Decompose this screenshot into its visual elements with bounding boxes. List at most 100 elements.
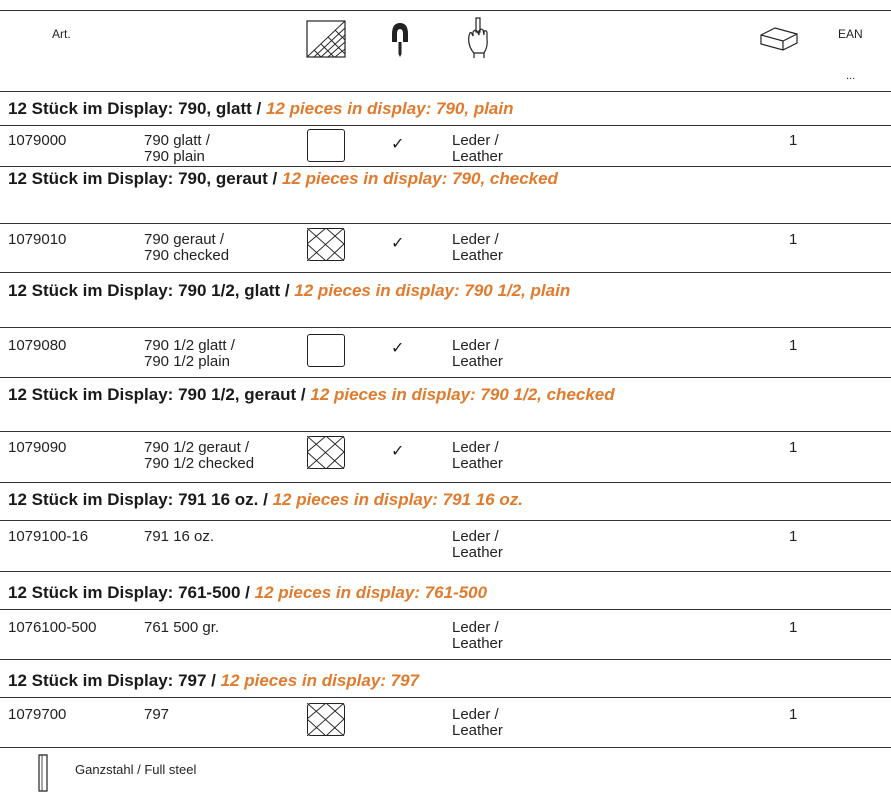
row-rule <box>0 482 891 483</box>
section-heading-en: 12 pieces in display: 761-500 <box>254 583 488 602</box>
magnet-check: ✓ <box>391 443 405 460</box>
material-de: Leder / <box>452 528 499 545</box>
row-rule <box>0 659 891 660</box>
section-rule <box>0 431 891 432</box>
pack-quantity: 1 <box>789 231 798 248</box>
handle-material: Leder / Leather <box>452 529 503 561</box>
section-heading: 12 Stück im Display: 797 / 12 pieces in … <box>8 669 881 692</box>
plain-face-icon <box>307 129 345 162</box>
section-heading: 12 Stück im Display: 790 1/2, glatt / 12… <box>8 279 668 302</box>
section-heading-en: 12 pieces in display: 790 1/2, plain <box>294 281 571 300</box>
material-de: Leder / <box>452 337 499 354</box>
article-number: 1079080 <box>8 337 67 354</box>
section-heading: 12 Stück im Display: 790, glatt / 12 pie… <box>8 97 881 120</box>
product-name-en: 790 1/2 plain <box>144 353 230 370</box>
header-rule <box>0 91 891 92</box>
article-number: 1079090 <box>8 439 67 456</box>
material-en: Leather <box>452 247 503 264</box>
section-heading-de: 12 Stück im Display: 797 / <box>8 671 221 690</box>
art-column-header: Art. <box>52 27 71 41</box>
product-name-en: 790 1/2 checked <box>144 455 255 472</box>
pack-quantity: 1 <box>789 132 798 149</box>
material-en: Leather <box>452 353 503 370</box>
section-heading-en: 12 pieces in display: 790, plain <box>265 99 514 118</box>
magnet-check: ✓ <box>391 235 405 252</box>
row-rule <box>0 571 891 572</box>
product-name: 790 1/2 glatt / 790 1/2 plain <box>144 338 235 370</box>
product-name-en: 790 plain <box>144 148 205 165</box>
product-name: 761 500 gr. <box>144 620 219 636</box>
article-number: 1079010 <box>8 231 67 248</box>
material-de: Leder / <box>452 439 499 456</box>
product-name: 791 16 oz. <box>144 529 214 545</box>
handle-material: Leder / Leather <box>452 440 503 472</box>
product-name-de: 791 16 oz. <box>144 528 215 545</box>
section-rule <box>0 223 891 224</box>
row-rule <box>0 747 891 748</box>
product-name: 790 geraut / 790 checked <box>144 232 229 264</box>
product-name: 797 <box>144 707 169 723</box>
hand-grip-icon <box>468 17 488 58</box>
handle-material: Leder / Leather <box>452 232 503 264</box>
pack-quantity: 1 <box>789 706 798 723</box>
material-en: Leather <box>452 455 503 472</box>
full-steel-icon <box>38 754 48 792</box>
row-rule <box>0 377 891 378</box>
legend-full-steel: Ganzstahl / Full steel <box>75 762 197 777</box>
section-rule <box>0 520 891 521</box>
pack-quantity: 1 <box>789 439 798 456</box>
product-name-de: 790 geraut / <box>144 231 225 248</box>
row-rule <box>0 272 891 273</box>
section-heading: 12 Stück im Display: 790, geraut / 12 pi… <box>8 167 668 190</box>
pack-quantity: 1 <box>789 528 798 545</box>
section-heading-en: 12 pieces in display: 790 1/2, checked <box>310 385 615 404</box>
checked-face-icon <box>307 228 345 261</box>
section-heading-en: 12 pieces in display: 797 <box>220 671 420 690</box>
package-box-icon <box>760 27 798 51</box>
section-heading-de: 12 Stück im Display: 790 1/2, glatt / <box>8 281 295 300</box>
section-heading-de: 12 Stück im Display: 790, geraut / <box>8 169 283 188</box>
section-heading: 12 Stück im Display: 790 1/2, geraut / 1… <box>8 383 668 406</box>
section-rule <box>0 125 891 126</box>
material-de: Leder / <box>452 619 499 636</box>
article-number: 1079100-16 <box>8 528 89 545</box>
section-heading-de: 12 Stück im Display: 790 1/2, geraut / <box>8 385 311 404</box>
section-heading-de: 12 Stück im Display: 790, glatt / <box>8 99 266 118</box>
pack-quantity: 1 <box>789 337 798 354</box>
section-heading: 12 Stück im Display: 761-500 / 12 pieces… <box>8 581 881 604</box>
handle-material: Leder / Leather <box>452 338 503 370</box>
article-number: 1076100-500 <box>8 619 97 636</box>
magnet-check: ✓ <box>391 340 405 357</box>
checked-face-icon <box>307 703 345 736</box>
section-heading-en: 12 pieces in display: 791 16 oz. <box>272 490 523 509</box>
section-heading-de: 12 Stück im Display: 791 16 oz. / <box>8 490 273 509</box>
section-rule <box>0 327 891 328</box>
material-en: Leather <box>452 635 503 652</box>
magnet-handle-icon <box>392 23 408 57</box>
section-heading-de: 12 Stück im Display: 761-500 / <box>8 583 255 602</box>
plain-face-icon <box>307 334 345 367</box>
checked-face-icon <box>307 436 345 469</box>
article-number: 1079700 <box>8 706 67 723</box>
material-en: Leather <box>452 722 503 739</box>
material-en: Leather <box>452 544 503 561</box>
material-de: Leder / <box>452 231 499 248</box>
product-name-de: 761 500 gr. <box>144 619 220 636</box>
section-heading: 12 Stück im Display: 791 16 oz. / 12 pie… <box>8 488 881 511</box>
product-name-de: 797 <box>144 706 170 723</box>
handle-material: Leder / Leather <box>452 620 503 652</box>
material-de: Leder / <box>452 706 499 723</box>
material-en: Leather <box>452 148 503 165</box>
product-name-de: 790 1/2 geraut / <box>144 439 250 456</box>
handle-material: Leder / Leather <box>452 707 503 739</box>
section-rule <box>0 609 891 610</box>
section-heading-en: 12 pieces in display: 790, checked <box>282 169 558 188</box>
handle-material: Leder / Leather <box>452 133 503 165</box>
crosshatch-surface-icon <box>306 20 346 58</box>
article-number: 1079000 <box>8 132 67 149</box>
top-rule <box>0 10 891 11</box>
product-name-de: 790 1/2 glatt / <box>144 337 235 354</box>
product-name-de: 790 glatt / <box>144 132 210 149</box>
section-rule <box>0 697 891 698</box>
ean-column-header: EAN <box>838 27 863 41</box>
